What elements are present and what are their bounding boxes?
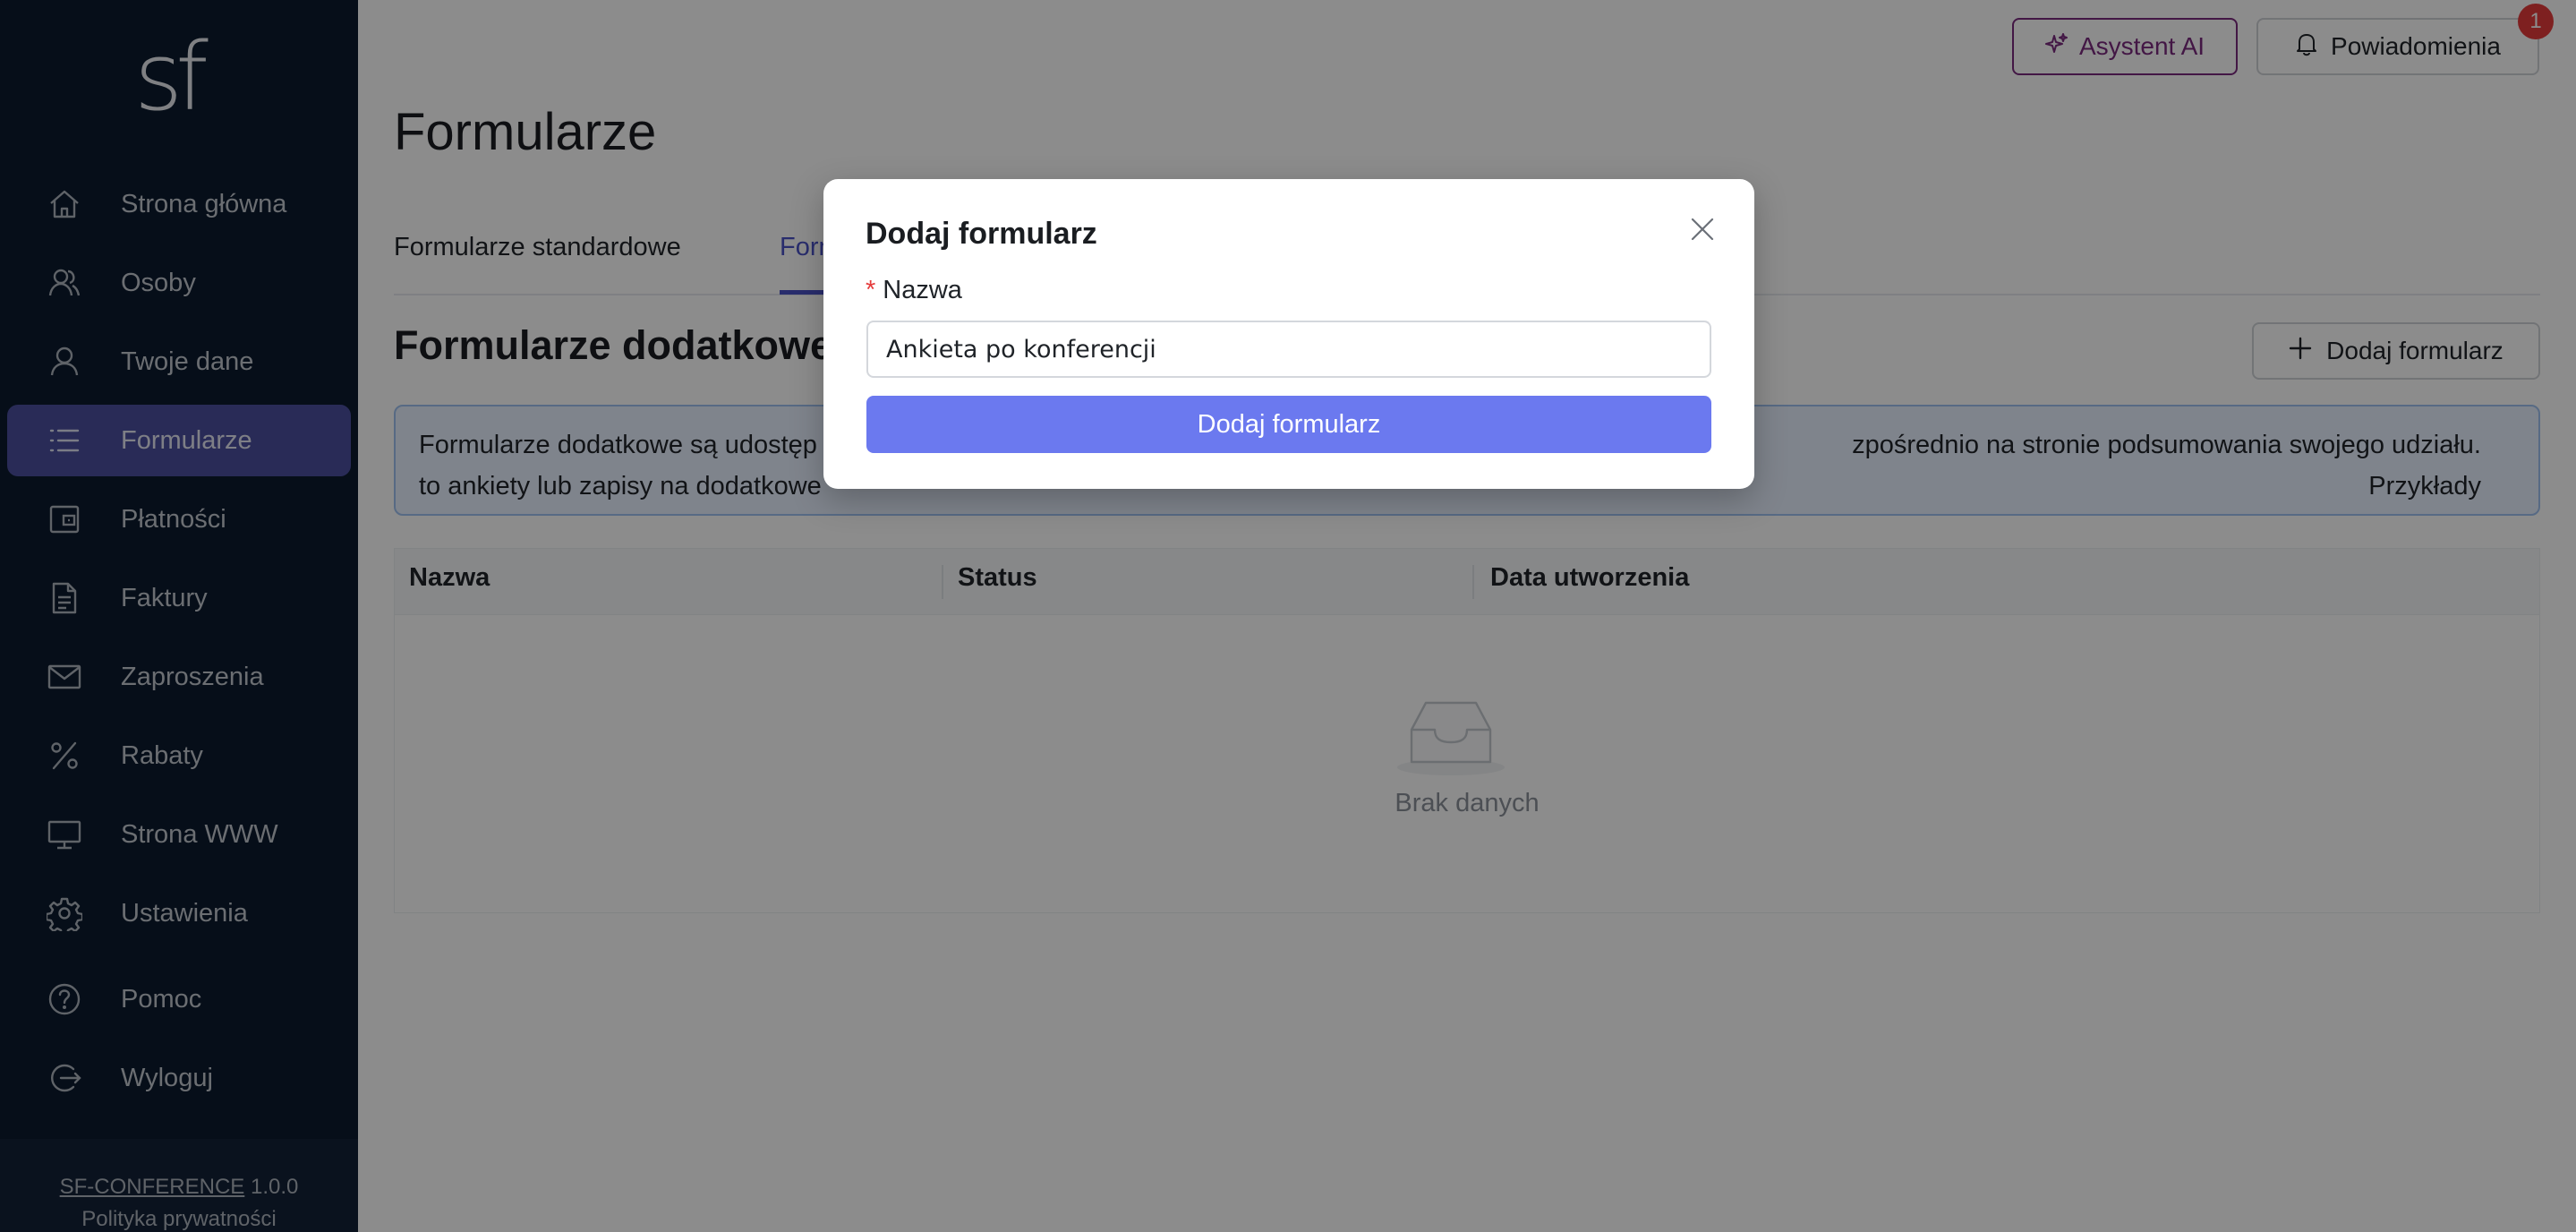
- submit-add-form-button[interactable]: Dodaj formularz: [866, 396, 1711, 453]
- name-field-label-text: Nazwa: [883, 276, 962, 304]
- name-field-label: * Nazwa: [866, 276, 962, 305]
- app-root: sf Strona główna Osoby Twoje dane Formul…: [0, 0, 2576, 1232]
- dialog-title: Dodaj formularz: [866, 217, 1097, 251]
- add-form-dialog: Dodaj formularz *Nazwa Dodaj formularz: [823, 179, 1754, 489]
- close-icon[interactable]: [1685, 211, 1720, 247]
- required-mark: *: [866, 276, 876, 304]
- name-input[interactable]: [866, 321, 1711, 378]
